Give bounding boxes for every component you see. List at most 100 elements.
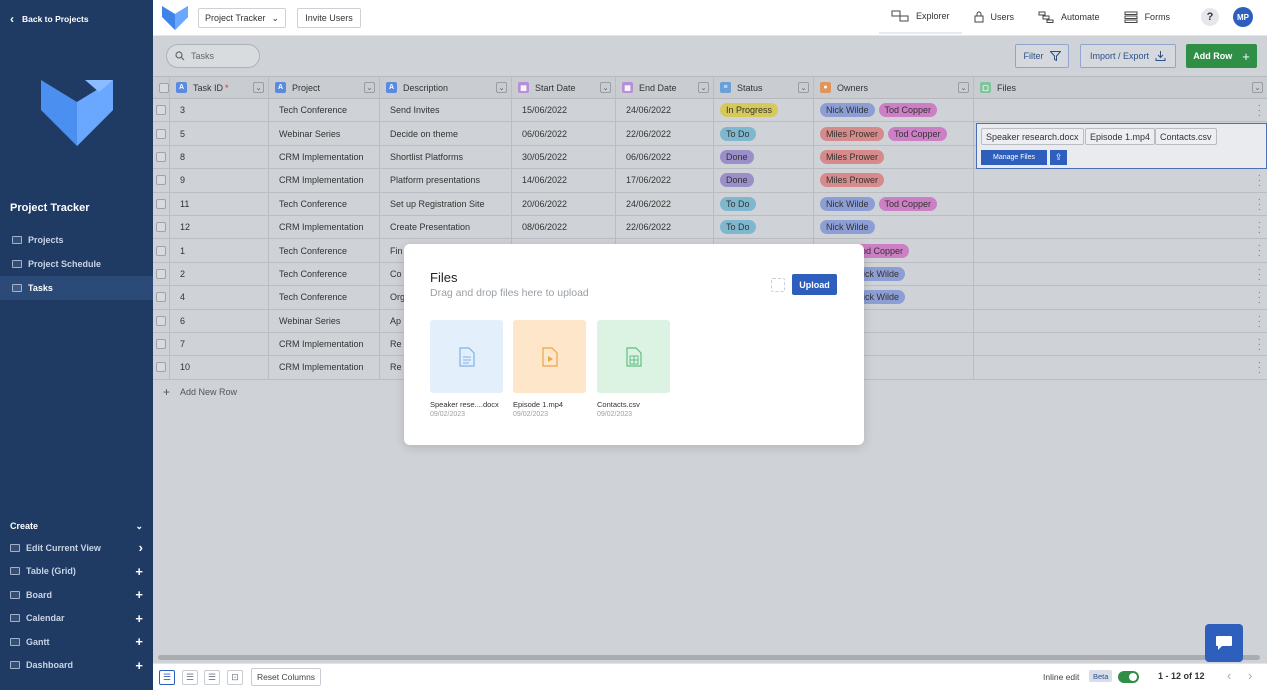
project-cell[interactable]: Tech Conference bbox=[269, 262, 380, 286]
filter-button[interactable]: Filter bbox=[1015, 44, 1069, 68]
files-cell[interactable]: ··· bbox=[974, 356, 1267, 378]
owners-cell[interactable]: Miles Prower bbox=[814, 145, 974, 169]
end-date-cell[interactable]: 06/06/2022 bbox=[616, 145, 714, 169]
project-cell[interactable]: CRM Implementation bbox=[269, 356, 380, 379]
sidebar-item-tasks[interactable]: Tasks bbox=[0, 276, 153, 300]
select-all-files-checkbox[interactable] bbox=[771, 278, 785, 292]
col-header-description[interactable]: A Description ⌄ bbox=[380, 77, 512, 98]
row-menu-icon[interactable]: ··· bbox=[1258, 217, 1261, 237]
view-medium-icon[interactable]: ☰ bbox=[182, 670, 198, 685]
col-header-status[interactable]: ≡ Status ⌄ bbox=[714, 77, 814, 98]
row-select-cell[interactable] bbox=[153, 169, 170, 192]
file-chip[interactable]: Contacts.csv bbox=[1155, 128, 1217, 145]
row-checkbox[interactable] bbox=[156, 128, 166, 139]
files-cell[interactable]: ··· bbox=[974, 99, 1267, 121]
col-header-start-date[interactable]: ▦ Start Date ⌄ bbox=[512, 77, 616, 98]
search-input[interactable]: Tasks bbox=[166, 44, 260, 68]
view-compact-icon[interactable]: ☰ bbox=[159, 670, 175, 685]
reset-columns-button[interactable]: Reset Columns bbox=[251, 668, 321, 686]
tab-explorer[interactable]: Explorer bbox=[879, 0, 962, 34]
file-chip[interactable]: Episode 1.mp4 bbox=[1085, 128, 1156, 145]
create-table-grid[interactable]: Table (Grid) + bbox=[0, 560, 153, 584]
next-page-icon[interactable]: › bbox=[1248, 668, 1252, 683]
upload-button[interactable]: Upload bbox=[792, 274, 837, 295]
row-select-cell[interactable] bbox=[153, 122, 170, 145]
task-id-cell[interactable]: 6 bbox=[170, 309, 269, 332]
inline-edit-toggle[interactable] bbox=[1118, 671, 1139, 683]
create-edit-current-view[interactable]: Edit Current View › bbox=[0, 536, 153, 560]
create-board[interactable]: Board + bbox=[0, 583, 153, 607]
files-cell[interactable]: ··· bbox=[974, 239, 1267, 261]
end-date-cell[interactable]: 22/06/2022 bbox=[616, 122, 714, 145]
task-id-cell[interactable]: 4 bbox=[170, 286, 269, 309]
create-gantt[interactable]: Gantt + bbox=[0, 630, 153, 654]
end-date-cell[interactable]: 24/06/2022 bbox=[616, 192, 714, 215]
row-menu-icon[interactable]: ··· bbox=[1258, 171, 1261, 191]
chat-button[interactable] bbox=[1205, 624, 1243, 662]
description-cell[interactable]: Decide on theme bbox=[380, 122, 512, 145]
start-date-cell[interactable]: 20/06/2022 bbox=[512, 192, 616, 215]
add-row-button[interactable]: Add Row + bbox=[1186, 44, 1257, 68]
column-menu-icon[interactable]: ⌄ bbox=[364, 82, 375, 93]
task-id-cell[interactable]: 9 bbox=[170, 169, 269, 192]
file-tile-csv[interactable] bbox=[597, 320, 670, 393]
start-date-cell[interactable]: 15/06/2022 bbox=[512, 99, 616, 122]
task-id-cell[interactable]: 5 bbox=[170, 122, 269, 145]
help-button[interactable]: ? bbox=[1201, 8, 1219, 26]
row-select-cell[interactable] bbox=[153, 192, 170, 215]
import-export-button[interactable]: Import / Export bbox=[1080, 44, 1176, 68]
description-cell[interactable]: Set up Registration Site bbox=[380, 192, 512, 215]
files-cell[interactable]: ··· bbox=[974, 193, 1267, 215]
project-cell[interactable]: CRM Implementation bbox=[269, 169, 380, 192]
row-checkbox[interactable] bbox=[156, 175, 166, 186]
owners-cell[interactable]: Miles Prower Tod Copper bbox=[814, 122, 974, 145]
file-chip[interactable]: Speaker research.docx bbox=[981, 128, 1084, 145]
task-id-cell[interactable]: 10 bbox=[170, 356, 269, 379]
file-tile-docx[interactable] bbox=[430, 320, 503, 393]
files-cell[interactable]: ··· bbox=[974, 216, 1267, 238]
start-date-cell[interactable]: 14/06/2022 bbox=[512, 169, 616, 192]
description-cell[interactable]: Send Invites bbox=[380, 99, 512, 122]
status-cell[interactable]: To Do bbox=[714, 192, 814, 215]
row-select-cell[interactable] bbox=[153, 309, 170, 332]
column-menu-icon[interactable]: ⌄ bbox=[698, 82, 709, 93]
column-menu-icon[interactable]: ⌄ bbox=[958, 82, 969, 93]
select-all-cell[interactable] bbox=[153, 77, 170, 98]
project-cell[interactable]: Webinar Series bbox=[269, 122, 380, 145]
row-checkbox[interactable] bbox=[156, 292, 166, 303]
view-fit-icon[interactable]: ⊡ bbox=[227, 670, 243, 685]
task-id-cell[interactable]: 8 bbox=[170, 145, 269, 169]
col-header-owners[interactable]: ● Owners ⌄ bbox=[814, 77, 974, 98]
row-menu-icon[interactable]: ··· bbox=[1258, 358, 1261, 378]
create-header[interactable]: Create ⌄ bbox=[0, 516, 153, 536]
row-checkbox[interactable] bbox=[156, 151, 166, 162]
description-cell[interactable]: Shortlist Platforms bbox=[380, 145, 512, 169]
start-date-cell[interactable]: 06/06/2022 bbox=[512, 122, 616, 145]
row-menu-icon[interactable]: ··· bbox=[1258, 264, 1261, 284]
column-menu-icon[interactable]: ⌄ bbox=[798, 82, 809, 93]
row-checkbox[interactable] bbox=[156, 268, 166, 279]
project-cell[interactable]: CRM Implementation bbox=[269, 332, 380, 356]
task-id-cell[interactable]: 12 bbox=[170, 215, 269, 239]
project-cell[interactable]: Webinar Series bbox=[269, 309, 380, 332]
column-menu-icon[interactable]: ⌄ bbox=[1252, 82, 1263, 93]
manage-files-button[interactable]: Manage Files bbox=[981, 150, 1047, 165]
files-cell[interactable]: ··· bbox=[974, 286, 1267, 308]
end-date-cell[interactable]: 22/06/2022 bbox=[616, 215, 714, 239]
row-select-cell[interactable] bbox=[153, 356, 170, 379]
row-menu-icon[interactable]: ··· bbox=[1258, 101, 1261, 121]
table-row[interactable]: 3 Tech Conference Send Invites 15/06/2022 24… bbox=[153, 99, 1267, 123]
row-checkbox[interactable] bbox=[156, 105, 166, 116]
view-large-icon[interactable]: ☰ bbox=[204, 670, 220, 685]
column-menu-icon[interactable]: ⌄ bbox=[496, 82, 507, 93]
owners-cell[interactable]: Nick Wilde Tod Copper bbox=[814, 192, 974, 215]
tab-forms[interactable]: Forms bbox=[1112, 0, 1183, 34]
row-checkbox[interactable] bbox=[156, 222, 166, 233]
task-id-cell[interactable]: 11 bbox=[170, 192, 269, 215]
files-cell[interactable]: ··· bbox=[974, 333, 1267, 355]
invite-users-button[interactable]: Invite Users bbox=[297, 8, 361, 28]
row-select-cell[interactable] bbox=[153, 145, 170, 169]
files-cell[interactable]: ··· bbox=[974, 169, 1267, 191]
project-cell[interactable]: Tech Conference bbox=[269, 286, 380, 309]
files-cell[interactable]: ··· bbox=[974, 310, 1267, 332]
